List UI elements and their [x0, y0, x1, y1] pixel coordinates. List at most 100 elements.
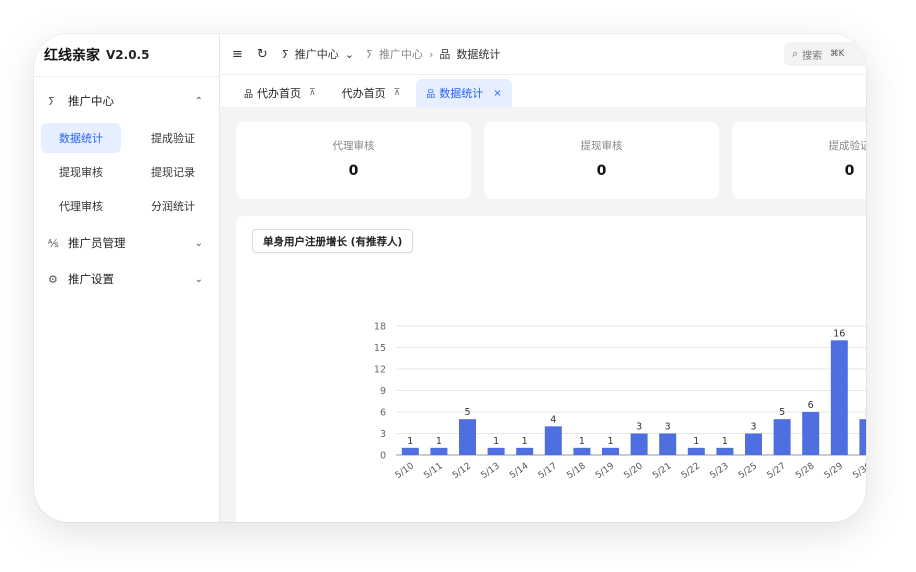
chevron-down-icon: ⌄: [194, 273, 203, 285]
app-window: 红线亲家 V2.0.5 ⵢ 推广中心 ⌃ 数据统计 提成验证 提现审核 提现记录…: [34, 34, 866, 522]
chevron-up-icon: ⌃: [194, 95, 203, 107]
bar: [745, 433, 762, 455]
tab-label: 代办首页: [341, 87, 386, 100]
main-area: ≡ ↻ ⵢ 推广中心 ⌄ ⵢ 推广中心 › 品 数据统计 ⌕ 搜索 ⌘K 品 代…: [220, 34, 866, 522]
stat-title: 提成验证: [828, 140, 867, 152]
bar-value-label: 1: [607, 436, 613, 447]
sidebar-item-data-stats[interactable]: 数据统计: [41, 123, 121, 153]
sidebar-item-profit-stats[interactable]: 分润统计: [133, 191, 213, 221]
breadcrumb-separator-icon: ›: [428, 47, 434, 61]
x-tick-label: 5/14: [508, 461, 531, 481]
bar: [716, 447, 734, 455]
promo-icon: ⵢ: [48, 94, 55, 108]
sidebar-group-label: 推广设置: [68, 272, 114, 286]
chevron-down-icon[interactable]: ⌄: [345, 48, 354, 61]
chart-panel: 单身用户注册增长 (有推荐人) 0 3 6 9 12 15 18 1 5/10 1 5/11 5 5/1…: [236, 216, 866, 522]
bar-value-label: 6: [808, 400, 814, 411]
bar: [401, 447, 419, 455]
bar: [630, 433, 648, 455]
tab-label: 代办首页: [257, 87, 302, 100]
bar: [602, 447, 619, 455]
bar-value-label: 3: [750, 422, 756, 433]
tab-todo-home[interactable]: 品 代办首页 ⊼: [234, 79, 326, 107]
bar-chart: 036912151815/1015/1155/1215/1315/1445/17…: [374, 322, 866, 481]
y-tick-label: 0: [380, 451, 386, 462]
sidebar-submenu: 数据统计 提成验证 提现审核 提现记录 代理审核 分润统计: [34, 119, 219, 225]
sidebar-item-commission-verify[interactable]: 提成验证: [133, 123, 213, 153]
bar: [859, 419, 866, 455]
sidebar-item-withdraw-records[interactable]: 提现记录: [133, 157, 213, 187]
x-tick-label: 5/29: [823, 461, 846, 481]
x-tick-label: 5/18: [565, 461, 588, 481]
search-input[interactable]: ⌕ 搜索 ⌘K: [784, 42, 866, 66]
breadcrumb-item[interactable]: 推广中心: [379, 46, 423, 62]
bar-value-label: 4: [550, 414, 556, 425]
bar: [773, 419, 791, 455]
bar-value-label: 1: [436, 436, 442, 447]
sidebar-group-promo-center[interactable]: ⵢ 推广中心 ⌃: [34, 83, 219, 119]
chevron-down-icon: ⌄: [194, 237, 203, 249]
stat-card-commission-verify[interactable]: 提成验证 0: [732, 122, 866, 199]
x-tick-label: 5/17: [537, 461, 559, 481]
x-tick-label: 5/22: [680, 461, 702, 481]
bar-value-label: 5: [865, 407, 866, 418]
sidebar-group-promoter-manage[interactable]: ⅍ 推广员管理 ⌄: [34, 225, 219, 261]
app-version: V2.0.5: [106, 48, 150, 62]
menu-toggle-icon[interactable]: ≡: [232, 47, 243, 62]
bar: [487, 447, 505, 455]
close-icon[interactable]: ×: [493, 88, 501, 99]
sidebar-group-promo-settings[interactable]: ⚙ 推广设置 ⌄: [34, 261, 219, 297]
pin-icon[interactable]: ⊼: [309, 88, 316, 98]
sitemap-icon: 品: [244, 89, 254, 100]
sitemap-icon: 品: [439, 48, 451, 61]
sidebar: 红线亲家 V2.0.5 ⵢ 推广中心 ⌃ 数据统计 提成验证 提现审核 提现记录…: [34, 34, 220, 522]
y-tick-label: 6: [380, 408, 386, 419]
bar: [459, 419, 476, 455]
x-tick-label: 5/25: [737, 461, 759, 481]
search-placeholder: 搜索: [802, 50, 823, 62]
stat-card-agent-review[interactable]: 代理审核 0: [236, 122, 471, 199]
sidebar-item-withdraw-review[interactable]: 提现审核: [41, 157, 121, 187]
bar-value-label: 5: [464, 407, 470, 418]
search-shortcut: ⌘K: [830, 49, 845, 59]
tab-todo-home-2[interactable]: 代办首页 ⊼: [332, 79, 411, 107]
app-name: 红线亲家: [44, 48, 100, 64]
refresh-icon[interactable]: ↻: [257, 47, 268, 62]
bar: [659, 433, 677, 455]
sidebar-item-agent-review[interactable]: 代理审核: [41, 191, 121, 221]
x-tick-label: 5/10: [394, 461, 417, 481]
tab-bar: 品 代办首页 ⊼ 代办首页 ⊼ 品 数据统计 ×: [220, 75, 866, 108]
pin-icon[interactable]: ⊼: [394, 88, 401, 98]
bar: [802, 412, 820, 455]
bar: [573, 447, 591, 455]
x-tick-label: 5/30: [851, 461, 866, 481]
people-icon: ⅍: [48, 236, 59, 250]
x-tick-label: 5/13: [480, 461, 502, 481]
bar: [687, 447, 705, 455]
breadcrumb-item: 数据统计: [456, 48, 501, 61]
bar: [516, 447, 534, 455]
tab-data-stats[interactable]: 品 数据统计 ×: [416, 79, 512, 107]
search-icon: ⌕: [792, 47, 799, 60]
bar-value-label: 1: [407, 436, 413, 447]
bar: [830, 340, 848, 455]
y-tick-label: 9: [380, 386, 386, 397]
bar-value-label: 1: [493, 436, 499, 447]
stat-title: 提现审核: [580, 140, 623, 152]
x-tick-label: 5/27: [766, 461, 788, 481]
topbar: ≡ ↻ ⵢ 推广中心 ⌄ ⵢ 推广中心 › 品 数据统计 ⌕ 搜索 ⌘K: [220, 34, 866, 75]
sidebar-group-label: 推广中心: [68, 94, 114, 108]
bar: [430, 447, 448, 455]
stat-title: 代理审核: [332, 140, 375, 152]
bar-value-label: 16: [833, 328, 845, 339]
y-tick-label: 18: [374, 322, 386, 333]
tab-label: 数据统计: [439, 87, 484, 100]
current-menu-dropdown[interactable]: 推广中心: [295, 46, 339, 62]
sidebar-group-label: 推广员管理: [68, 236, 126, 250]
stat-card-withdraw-review[interactable]: 提现审核 0: [484, 122, 719, 199]
x-tick-label: 5/12: [451, 461, 473, 481]
x-tick-label: 5/28: [794, 461, 817, 481]
bar-value-label: 5: [779, 407, 785, 418]
sitemap-icon: 品: [426, 89, 436, 100]
x-tick-label: 5/19: [594, 461, 617, 481]
